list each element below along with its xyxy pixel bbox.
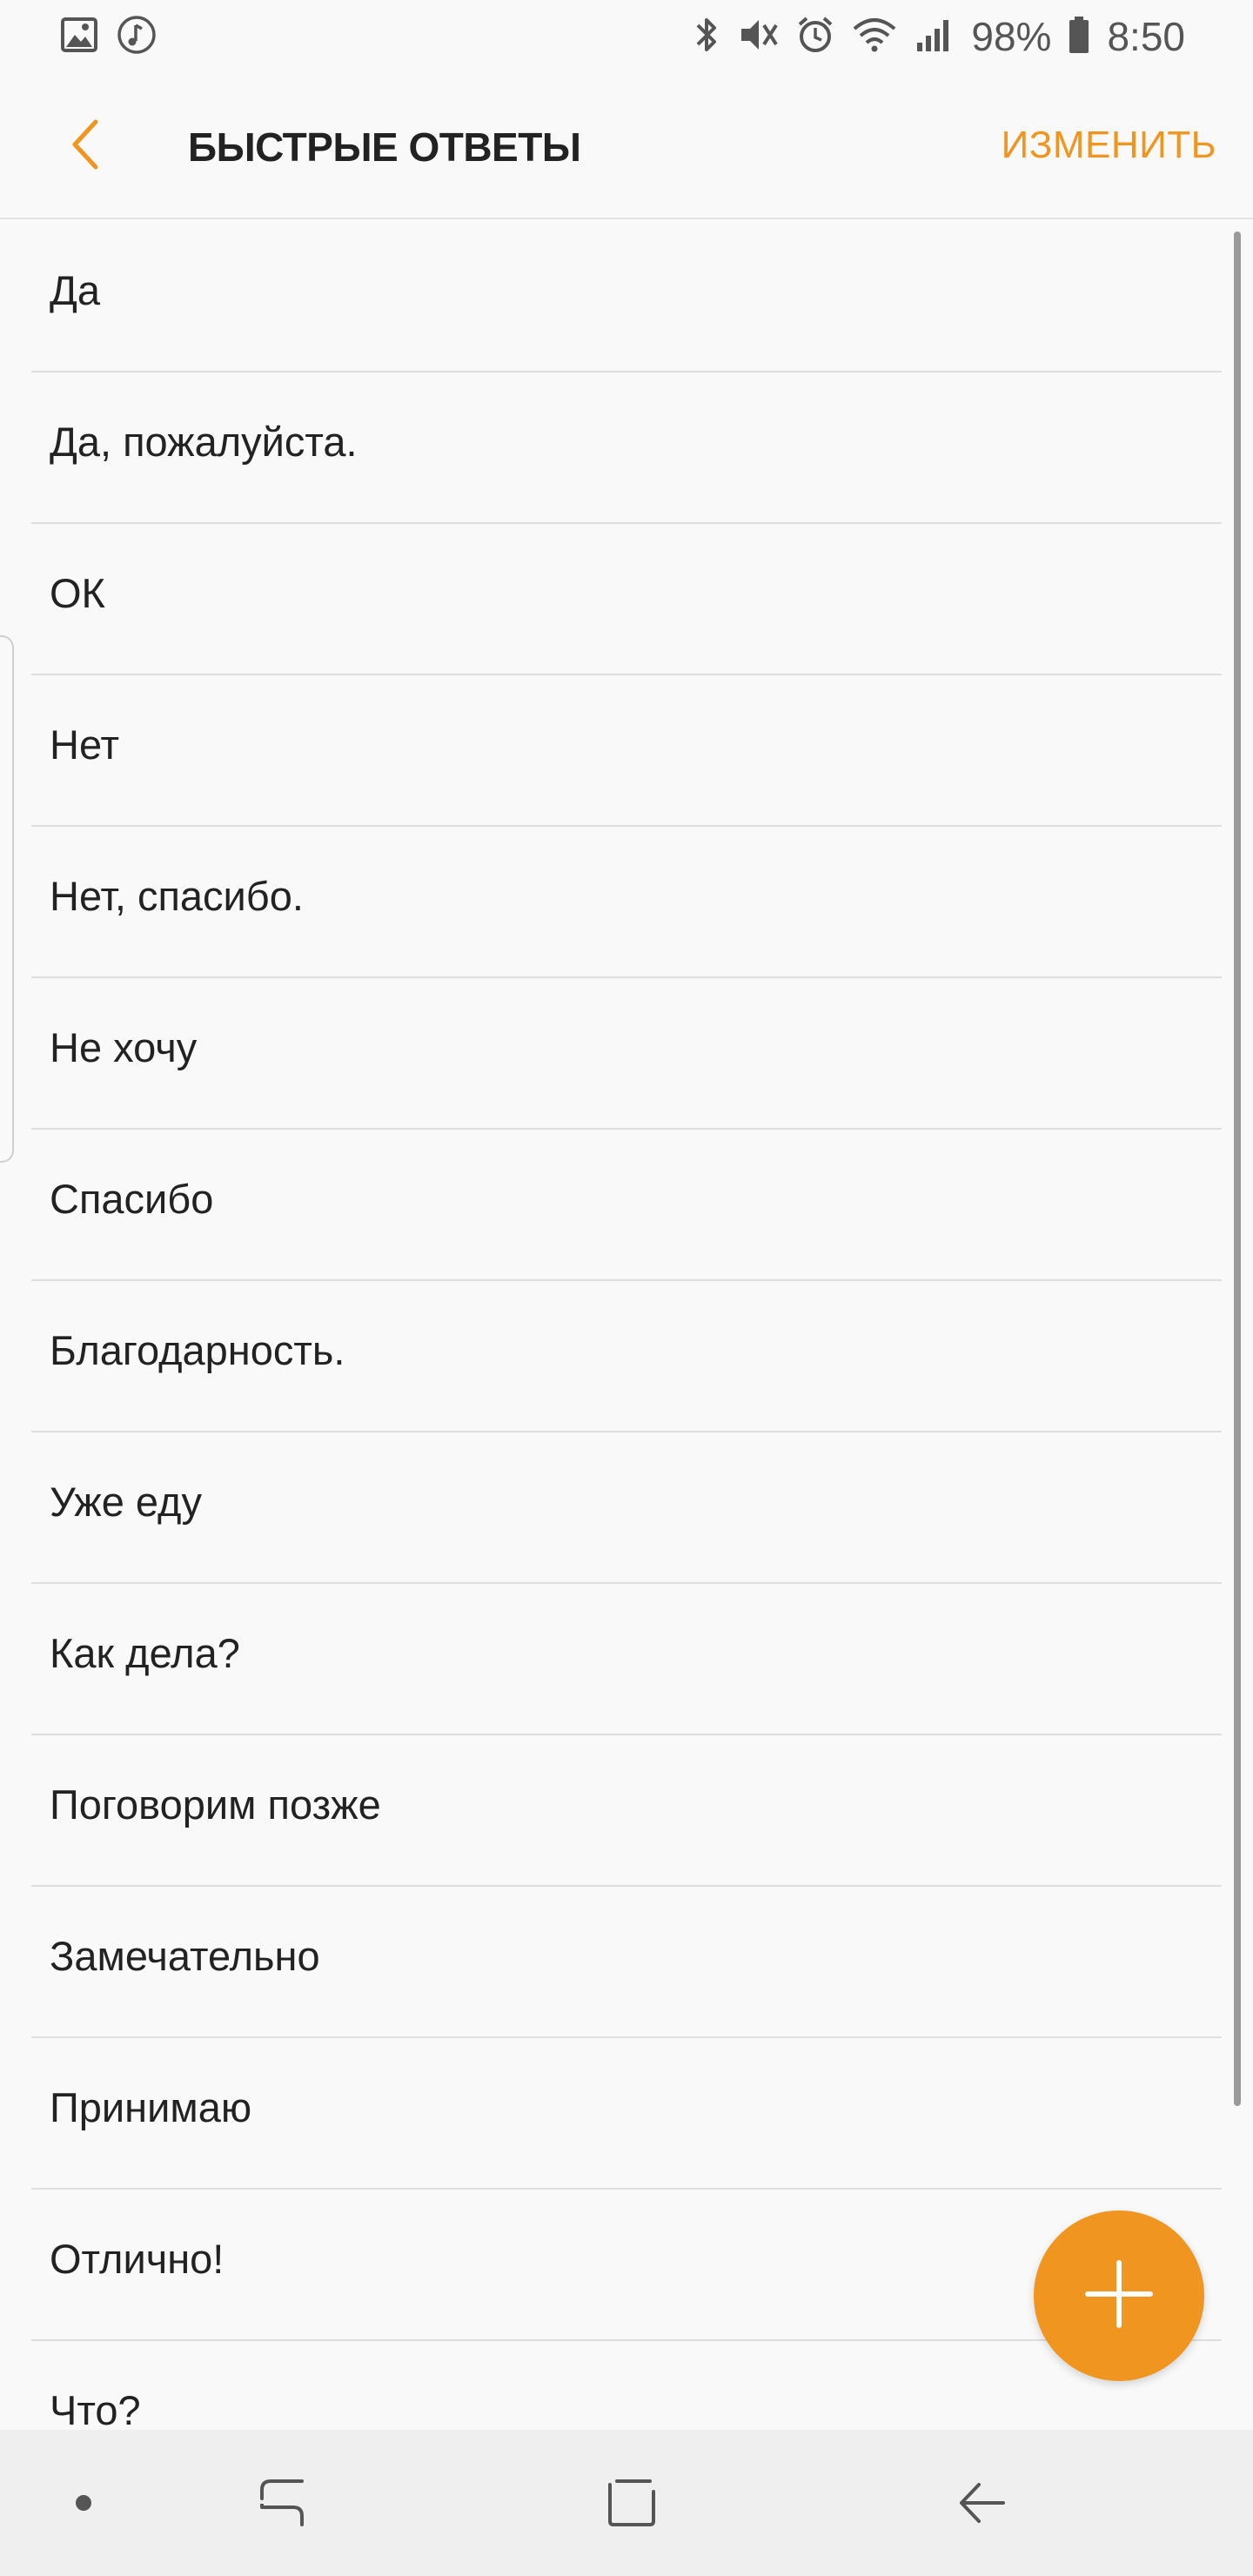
status-bar: 98% 8:50 xyxy=(0,0,1253,73)
edge-panel-handle[interactable] xyxy=(0,635,14,1163)
list-item[interactable]: Не хочу xyxy=(31,978,1222,1130)
home-icon[interactable] xyxy=(588,2459,675,2546)
battery-icon xyxy=(1067,15,1091,59)
reply-text: Принимаю xyxy=(50,2084,252,2130)
reply-text: Как дела? xyxy=(50,1630,240,1676)
list-item[interactable]: Нет xyxy=(31,675,1222,827)
gallery-icon xyxy=(61,17,97,57)
scrollbar[interactable] xyxy=(1234,231,1241,2106)
clock: 8:50 xyxy=(1107,14,1185,59)
reply-text: Нет xyxy=(50,721,120,768)
reply-text: Не хочу xyxy=(50,1024,198,1070)
status-right: 98% 8:50 xyxy=(691,13,1185,60)
chevron-left-icon xyxy=(66,117,104,177)
navigation-bar xyxy=(0,2430,1253,2576)
reply-text: Спасибо xyxy=(50,1176,214,1222)
reply-text: Нет, спасибо. xyxy=(50,873,304,919)
list-item[interactable]: Благодарность. xyxy=(31,1281,1222,1432)
list-item[interactable]: Принимаю xyxy=(31,2038,1222,2190)
battery-percent: 98% xyxy=(971,14,1052,59)
plus-icon xyxy=(1082,2257,1156,2335)
wifi-icon xyxy=(851,15,898,59)
list-item[interactable]: Да, пожалуйста. xyxy=(31,372,1222,524)
quick-replies-list: Да Да, пожалуйста. ОК Нет Нет, спасибо. … xyxy=(0,221,1253,2492)
page-title: БЫСТРЫЕ ОТВЕТЫ xyxy=(188,124,581,170)
list-item[interactable]: Нет, спасибо. xyxy=(31,827,1222,978)
reply-text: Замечательно xyxy=(50,1933,320,1979)
mute-vibrate-icon xyxy=(738,15,780,59)
reply-text: Да, пожалуйста. xyxy=(50,419,358,465)
reply-text: ОК xyxy=(50,570,105,616)
signal-icon xyxy=(914,15,955,59)
add-reply-button[interactable] xyxy=(1034,2210,1204,2381)
reply-text: Поговорим позже xyxy=(50,1781,381,1828)
edit-button[interactable]: ИЗМЕНИТЬ xyxy=(1002,124,1216,167)
bluetooth-icon xyxy=(691,15,722,59)
status-left xyxy=(61,15,157,59)
recent-apps-icon[interactable] xyxy=(238,2459,325,2546)
music-icon xyxy=(117,15,157,59)
reply-text: Отлично! xyxy=(50,2236,224,2282)
app-header: БЫСТРЫЕ ОТВЕТЫ ИЗМЕНИТЬ xyxy=(0,73,1253,219)
back-arrow-icon[interactable] xyxy=(938,2459,1025,2546)
list-item[interactable]: Да xyxy=(31,221,1222,372)
list-item[interactable]: Спасибо xyxy=(31,1130,1222,1281)
reply-text: Что? xyxy=(50,2387,141,2433)
alarm-icon xyxy=(795,15,835,59)
list-item[interactable]: Замечательно xyxy=(31,1887,1222,2038)
dot-button[interactable] xyxy=(40,2459,127,2546)
list-item[interactable]: Поговорим позже xyxy=(31,1735,1222,1887)
reply-text: Уже еду xyxy=(50,1479,202,1525)
back-button[interactable] xyxy=(50,111,120,181)
list-item[interactable]: Уже еду xyxy=(31,1432,1222,1584)
list-item[interactable]: Как дела? xyxy=(31,1584,1222,1735)
list-item[interactable]: ОК xyxy=(31,524,1222,675)
reply-text: Да xyxy=(50,267,100,313)
reply-text: Благодарность. xyxy=(50,1327,345,1373)
